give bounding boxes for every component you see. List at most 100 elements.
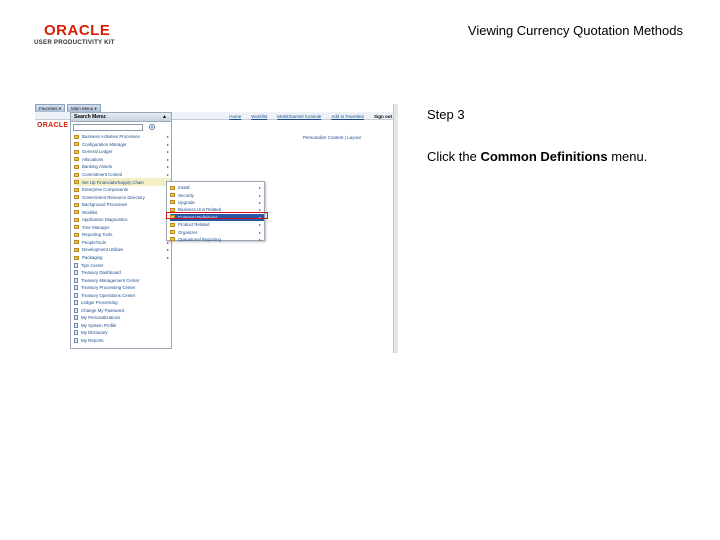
document-icon (74, 300, 78, 306)
instruction-target: Common Definitions (480, 149, 608, 164)
menu-item[interactable]: Business Activities Processes ▸ (74, 133, 171, 141)
menu-item[interactable]: My System Profile (74, 322, 171, 330)
nav-tab[interactable]: Favorites ▾ (35, 104, 66, 112)
menu-item-label: Allocations (82, 156, 104, 162)
menu-search-input[interactable] (73, 124, 143, 131)
submenu-item[interactable]: Security ▸ (170, 191, 264, 198)
menu-item[interactable]: My Personalizations (74, 314, 171, 322)
submenu-item[interactable]: Install ▸ (170, 184, 264, 191)
menu-item[interactable]: Ledger Processing (74, 299, 171, 307)
folder-icon (170, 200, 175, 205)
menu-item[interactable]: Allocations ▸ (74, 156, 171, 164)
menu-item[interactable]: Configuration Manager ▸ (74, 141, 171, 149)
top-link[interactable]: Add to Favorites (331, 114, 364, 119)
setup-submenu: Install ▸ Security ▸ Upgrade ▸ Business Unit R… (166, 181, 265, 243)
menu-item[interactable]: PeopleTools ▸ (74, 239, 171, 247)
menu-scroll-up-icon[interactable]: ▲ (162, 113, 167, 121)
menu-item[interactable]: Reporting Tools▸ (74, 231, 171, 239)
chevron-right-icon: ▸ (258, 185, 261, 191)
menu-item-label: Treasury Operations Center (81, 292, 136, 298)
submenu-item[interactable]: Operational Reporting ▸ (170, 236, 264, 243)
menu-search-row (71, 122, 171, 133)
nav-tab[interactable]: Main Menu ▾ (67, 104, 101, 112)
menu-item[interactable]: Development Utilities ▸ (74, 246, 171, 254)
menu-item[interactable]: Treasury Dashboard (74, 269, 171, 277)
chevron-right-icon: ▸ (258, 192, 261, 198)
folder-icon (74, 180, 79, 185)
menu-item-label: Enterprise Components (82, 187, 129, 193)
top-link[interactable]: Home (229, 114, 241, 119)
chevron-right-icon: ▸ (166, 247, 169, 253)
top-link[interactable]: Worklist (251, 114, 267, 119)
app-brand-logo: ORACLE (37, 122, 69, 129)
folder-icon (74, 187, 79, 192)
menu-item[interactable]: Tree Manager▸ (74, 224, 171, 232)
screenshot-scrollbar[interactable] (393, 104, 398, 353)
oracle-upk-logo: ORACLE USER PRODUCTIVITY KIT (34, 22, 126, 48)
menu-item[interactable]: Government Resource Directory▸ (74, 193, 171, 201)
folder-icon (74, 210, 79, 215)
folder-icon (74, 195, 79, 200)
submenu-item-label: Upgrade (178, 199, 195, 205)
menu-item-label: Treasury Dashboard (81, 270, 121, 276)
menu-item[interactable]: General Ledger ▸ (74, 148, 171, 156)
menu-item[interactable]: Enterprise Components▸ (74, 186, 171, 194)
chevron-right-icon: ▸ (166, 149, 169, 155)
folder-icon (74, 255, 79, 260)
menu-item-label: Background Processes (82, 202, 128, 208)
submenu-item-label: Organizer (178, 229, 198, 235)
chevron-right-icon: ▸ (166, 172, 169, 177)
menu-item[interactable]: Background Processes▸ (74, 201, 171, 209)
folder-icon (74, 225, 79, 230)
folder-icon (170, 230, 175, 235)
menu-item-label: General Ledger (82, 149, 113, 155)
menu-item[interactable]: Worklist▸ (74, 208, 171, 216)
top-link[interactable]: MultiChannel Console (277, 114, 321, 119)
menu-item[interactable]: Change My Password (74, 307, 171, 315)
folder-icon (74, 202, 79, 207)
menu-item[interactable]: Packaging ▸ (74, 254, 171, 262)
logo-subtitle: USER PRODUCTIVITY KIT (34, 39, 115, 46)
folder-icon (74, 149, 79, 154)
personalize-link[interactable]: Personalize Content | Layout (303, 135, 361, 140)
menu-item[interactable]: Set Up Financials/Supply Chain▸ (74, 178, 171, 186)
menu-item[interactable]: Banking Assets ▸ (74, 163, 171, 171)
menu-item[interactable]: Treasury Management Center (74, 276, 171, 284)
step-label: Step 3 (427, 107, 465, 122)
common-definitions-highlight (166, 212, 268, 219)
folder-icon (74, 172, 79, 177)
menu-item[interactable]: Commitment Control ▸ (74, 171, 171, 179)
chevron-right-icon: ▸ (258, 236, 261, 242)
search-go-icon[interactable] (149, 124, 155, 130)
menu-item-label: Commitment Control (82, 172, 123, 177)
document-icon (74, 277, 78, 283)
chevron-right-icon: ▸ (166, 134, 169, 140)
main-menu-dropdown: Search Menu: ▲ Business Activities Proce… (70, 112, 172, 349)
menu-list: Business Activities Processes ▸ Configurat… (71, 133, 171, 344)
submenu-item[interactable]: Organizer ▸ (170, 228, 264, 235)
top-links: Home Worklist MultiChannel Console Add to F… (229, 112, 392, 120)
chevron-right-icon: ▸ (166, 164, 169, 170)
menu-item[interactable]: Tips Center (74, 261, 171, 269)
top-link[interactable]: Sign out (374, 114, 392, 119)
menu-item[interactable]: My Reports (74, 337, 171, 345)
menu-item-label: Tips Center (81, 262, 104, 268)
menu-search-label: Search Menu: (74, 114, 107, 120)
menu-item[interactable]: Application Diagnostics▸ (74, 216, 171, 224)
menu-item[interactable]: Treasury Processing Center (74, 284, 171, 292)
application-screenshot: Favorites ▾ Main Menu ▾ Home Worklist Multi… (35, 104, 398, 353)
submenu-item[interactable]: Product Related ▸ (170, 221, 264, 228)
menu-item-label: Reporting Tools (82, 232, 113, 238)
menu-item[interactable]: Treasury Operations Center (74, 291, 171, 299)
menu-item-label: My Dictionary (81, 330, 108, 336)
logo-wordmark: ORACLE (44, 22, 111, 39)
menu-item[interactable]: My Dictionary (74, 329, 171, 337)
folder-icon (74, 134, 79, 139)
submenu-item[interactable]: Upgrade ▸ (170, 199, 264, 206)
document-icon (74, 270, 78, 276)
chevron-right-icon: ▸ (258, 229, 261, 235)
instruction-suffix: menu. (607, 149, 648, 164)
folder-icon (170, 237, 175, 242)
nav-tabs: Favorites ▾ Main Menu ▾ (35, 104, 175, 112)
menu-item-label: Treasury Management Center (81, 277, 140, 283)
